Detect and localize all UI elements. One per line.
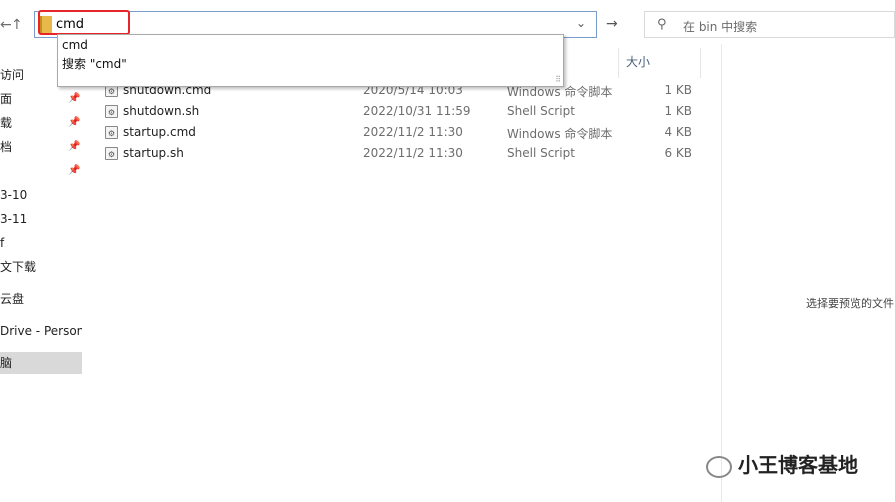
up-arrow-icon[interactable]: ↑ [11, 16, 23, 34]
sidebar-item-label: 3-11 [0, 212, 28, 226]
preview-message: 选择要预览的文件 [806, 297, 894, 310]
script-file-icon: ⚙ [105, 147, 118, 160]
sidebar-item-label: 载 [0, 116, 13, 130]
file-size: 1 KB [664, 83, 692, 97]
watermark-text: 小王博客基地 [738, 453, 858, 477]
file-size: 1 KB [664, 104, 692, 118]
sidebar-item-label: 3-10 [0, 188, 28, 202]
sidebar-item[interactable]: 档 📌 [0, 136, 82, 158]
sidebar-item[interactable]: 3-11 [0, 208, 82, 230]
pin-icon: 📌 [68, 117, 81, 128]
suggestion-item[interactable]: cmd [62, 38, 88, 52]
go-arrow-icon[interactable]: → [606, 16, 618, 32]
sidebar-item-label: 面 [0, 92, 13, 106]
file-size: 6 KB [664, 146, 692, 160]
sidebar-item[interactable]: 文下载 [0, 256, 82, 278]
annotation-highlight-box [38, 10, 130, 35]
column-separator[interactable] [700, 48, 701, 78]
file-size: 4 KB [664, 125, 692, 139]
sidebar-item-label: 脑 [0, 356, 13, 370]
sidebar-item[interactable]: Drive - Persona [0, 320, 82, 342]
file-name: startup.sh [123, 146, 184, 160]
file-type: Windows 命令脚本 [507, 127, 613, 141]
script-file-icon: ⚙ [105, 105, 118, 118]
table-row[interactable]: ⚙ shutdown.sh 2022/10/31 11:59 Shell Scr… [84, 102, 721, 123]
autocomplete-dropdown: cmd 搜索 "cmd" ⠿ [57, 34, 564, 87]
sidebar-item-selected[interactable]: 脑 [0, 352, 82, 374]
pin-icon: 📌 [68, 93, 81, 104]
script-file-icon: ⚙ [105, 126, 118, 139]
sidebar-item[interactable]: 📌 [0, 160, 82, 182]
sidebar-item[interactable]: 载 📌 [0, 112, 82, 134]
sidebar-item[interactable]: 云盘 [0, 288, 82, 310]
sidebar-item[interactable]: 3-10 [0, 184, 82, 206]
sidebar-item-label: 档 [0, 140, 13, 154]
file-name: shutdown.sh [123, 104, 200, 118]
file-type: Shell Script [507, 104, 575, 118]
preview-pane-divider[interactable] [721, 44, 722, 502]
pin-icon: 📌 [68, 141, 81, 152]
suggestion-item[interactable]: 搜索 "cmd" [62, 55, 127, 72]
sidebar-item-label: 云盘 [0, 292, 25, 306]
file-date: 2022/11/2 11:30 [363, 146, 463, 160]
back-arrow-icon[interactable]: ← [0, 16, 12, 34]
column-header-size[interactable]: 大小 [626, 53, 650, 70]
pin-icon: 📌 [68, 165, 81, 176]
sidebar-item-label: Drive - Persona [0, 324, 82, 338]
file-name: startup.cmd [123, 125, 196, 139]
watermark: 小王博客基地 [706, 449, 858, 478]
search-placeholder[interactable]: 在 bin 中搜索 [683, 18, 757, 35]
search-icon: ⚲ [657, 17, 667, 32]
resize-grip-icon[interactable]: ⠿ [555, 75, 561, 84]
file-list: 大小 ⚙ shutdown.cmd 2020/5/14 10:03 Window… [84, 44, 721, 502]
navigation-pane: 访问 面 📌 载 📌 档 📌 📌 3-10 3-11 f 文下载 云盘 Drive -… [0, 44, 82, 502]
sidebar-item-label: 文下载 [0, 260, 37, 274]
sidebar-item[interactable]: 面 📌 [0, 88, 82, 110]
search-box[interactable]: ⚲ 在 bin 中搜索 [644, 11, 895, 38]
table-row[interactable]: ⚙ startup.sh 2022/11/2 11:30 Shell Scrip… [84, 144, 721, 165]
sidebar-item-label: f [0, 236, 5, 250]
wechat-icon [706, 455, 732, 478]
file-date: 2022/11/2 11:30 [363, 125, 463, 139]
file-date: 2022/10/31 11:59 [363, 104, 471, 118]
sidebar-item-label: 访问 [0, 68, 25, 82]
file-type: Shell Script [507, 146, 575, 160]
chevron-down-icon[interactable]: ⌄ [576, 16, 586, 30]
column-separator[interactable] [618, 48, 619, 78]
table-row[interactable]: ⚙ startup.cmd 2022/11/2 11:30 Windows 命令… [84, 123, 721, 144]
sidebar-item[interactable]: f [0, 232, 82, 254]
